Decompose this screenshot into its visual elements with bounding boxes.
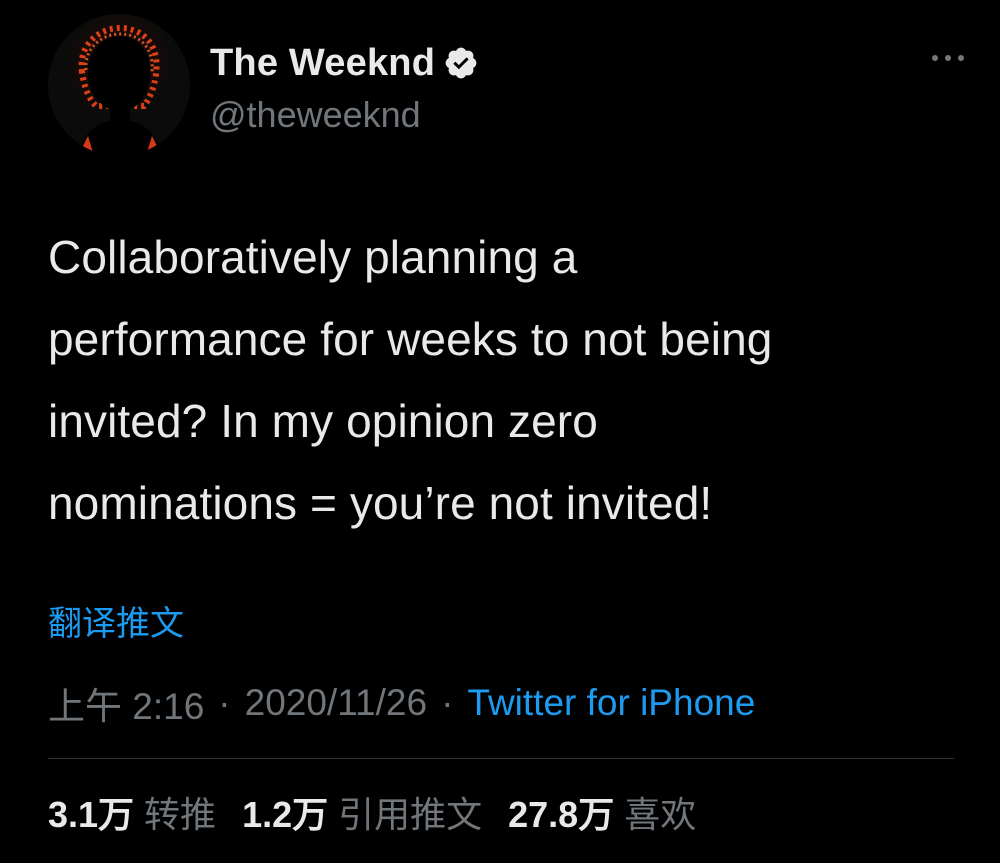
tweet-metadata: 上午 2:16 · 2020/11/26 · Twitter for iPhon…	[48, 676, 755, 730]
more-options-icon[interactable]	[928, 48, 968, 68]
tweet-time[interactable]: 上午 2:16	[48, 676, 204, 730]
quotes-stat[interactable]: 1.2万 引用推文	[242, 786, 482, 838]
tweet-source-link[interactable]: Twitter for iPhone	[467, 682, 755, 724]
quotes-label: 引用推文	[338, 794, 483, 835]
engagement-stats: 3.1万 转推 1.2万 引用推文 27.8万 喜欢	[48, 786, 722, 838]
likes-label: 喜欢	[624, 794, 697, 835]
user-handle[interactable]: @theweeknd	[210, 94, 479, 136]
display-name-row: The Weeknd	[210, 38, 479, 88]
retweets-count: 3.1万	[48, 794, 135, 835]
tweet-header: The Weeknd @theweeknd	[48, 14, 968, 156]
divider	[48, 758, 954, 759]
tweet-text: Collaboratively planning a performance f…	[48, 231, 773, 529]
user-info: The Weeknd @theweeknd	[210, 38, 479, 136]
likes-count: 27.8万	[508, 794, 615, 835]
retweets-label: 转推	[144, 794, 217, 835]
quotes-count: 1.2万	[242, 794, 329, 835]
tweet-detail: The Weeknd @theweeknd Collaboratively pl…	[0, 0, 1000, 863]
retweets-stat[interactable]: 3.1万 转推	[48, 786, 216, 838]
verified-badge-icon	[445, 47, 477, 79]
likes-stat[interactable]: 27.8万 喜欢	[508, 786, 696, 838]
avatar-silhouette-icon	[48, 14, 190, 156]
avatar[interactable]	[48, 14, 190, 156]
translate-tweet-link[interactable]: 翻译推文	[48, 596, 184, 645]
meta-separator: ·	[441, 682, 454, 723]
display-name[interactable]: The Weeknd	[210, 42, 435, 85]
tweet-date[interactable]: 2020/11/26	[245, 682, 427, 724]
meta-separator: ·	[218, 682, 231, 723]
